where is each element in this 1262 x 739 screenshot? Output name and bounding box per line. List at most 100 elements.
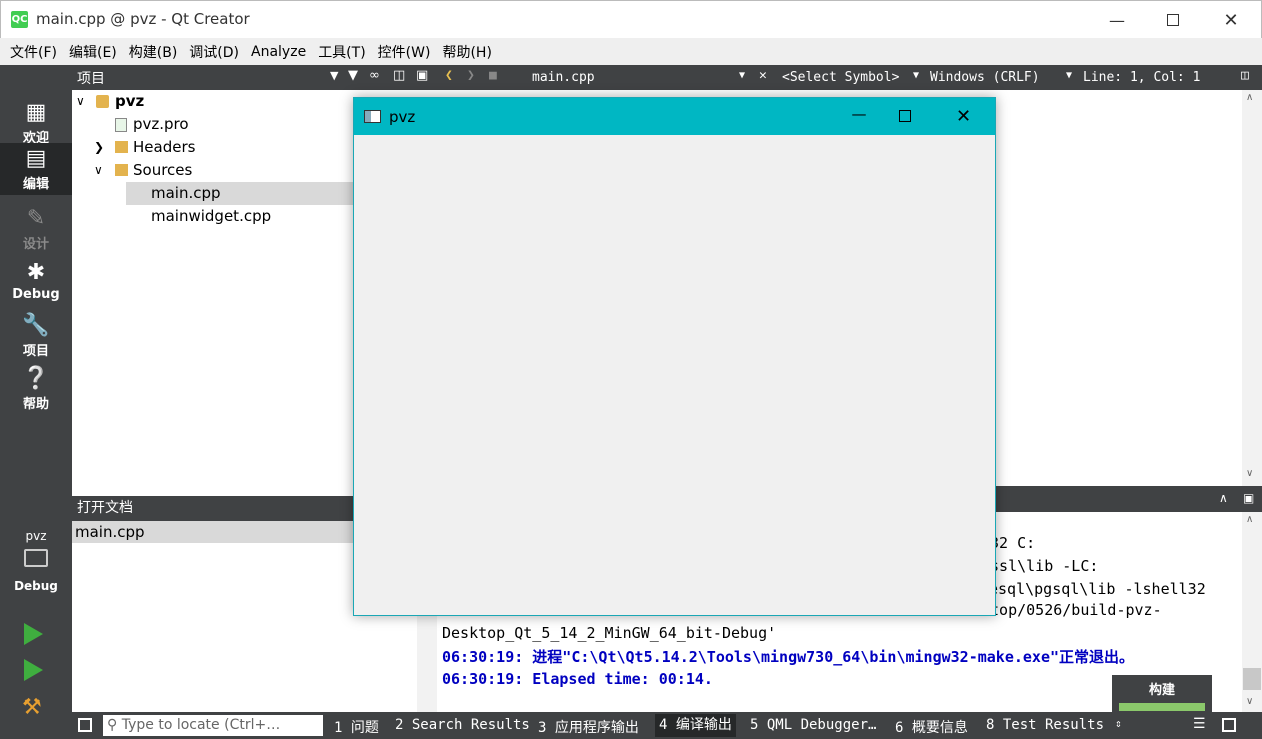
output-scrollbar[interactable]: ∧ ∨ <box>1242 512 1262 712</box>
hammer-icon: ⚒ <box>22 695 42 720</box>
mode-edit[interactable]: ▤ 编辑 <box>0 143 72 195</box>
output-line: esql\pgsql\lib -lshell32 <box>989 580 1206 598</box>
scroll-up-icon[interactable]: ∧ <box>1246 92 1253 103</box>
tree-label: pvz.pro <box>133 115 189 133</box>
scroll-down-icon[interactable]: ∨ <box>1246 468 1253 479</box>
bug-icon: ✱ <box>26 260 46 285</box>
tree-label: pvz <box>115 92 145 110</box>
pencil-icon: ✎ <box>26 206 46 231</box>
mode-label: Debug <box>12 287 60 302</box>
pvz-title-bar[interactable]: pvz — ✕ <box>354 98 995 135</box>
qt-creator-app-icon: QC <box>11 11 28 28</box>
editor-scrollbar[interactable]: ∧ ∨ <box>1242 90 1262 486</box>
mode-label: 编辑 <box>22 177 49 192</box>
close-document-icon[interactable]: ✕ <box>759 68 767 83</box>
pvz-maximize-button[interactable] <box>899 110 911 122</box>
close-button[interactable]: ✕ <box>1202 1 1260 39</box>
pvz-minimize-button[interactable]: — <box>834 105 884 123</box>
chevron-right-icon[interactable]: ❯ <box>94 136 104 159</box>
mode-design[interactable]: ✎ 设计 <box>0 203 72 255</box>
mode-projects[interactable]: 🔧 项目 <box>0 310 72 362</box>
folder-icon <box>115 141 128 153</box>
output-line: nssl\lib -LC: <box>981 557 1099 575</box>
pvz-window-title: pvz <box>389 108 416 126</box>
mode-label: 设计 <box>22 237 49 252</box>
minimize-button[interactable]: — <box>1088 1 1146 39</box>
build-progress-track <box>1119 703 1205 711</box>
menu-widgets[interactable]: 控件(W) <box>372 42 437 62</box>
project-panel-title: 项目 <box>77 71 105 87</box>
tab-test-results[interactable]: 8 Test Results <box>986 717 1104 733</box>
maximize-button[interactable] <box>1144 1 1202 39</box>
link-icon[interactable]: ∞ <box>369 68 380 83</box>
kit-project-name: pvz <box>25 529 47 543</box>
tree-label: mainwidget.cpp <box>151 207 272 225</box>
output-options-icon[interactable]: ☰ <box>1193 716 1206 732</box>
pvz-app-window[interactable]: pvz — ✕ <box>353 97 996 616</box>
lock-icon: ■ <box>489 68 497 83</box>
pvz-close-button[interactable]: ✕ <box>956 106 971 127</box>
panel-dropdown-arrow-icon[interactable]: ▼ <box>330 69 338 82</box>
tab-compile-output[interactable]: 4 编译输出 <box>655 714 736 737</box>
build-progress[interactable]: 构建 <box>1112 675 1212 712</box>
project-panel-header: 项目 ▼ ▼ ∞ ◫ ▣ <box>72 65 437 90</box>
chevron-down-icon[interactable]: ∨ <box>94 159 103 182</box>
kit-selector[interactable]: pvz Debug <box>0 529 72 593</box>
tab-qml-debugger[interactable]: 5 QML Debugger… <box>750 717 876 733</box>
menu-help[interactable]: 帮助(H) <box>436 42 497 62</box>
minimize-icon: — <box>1109 10 1125 30</box>
scroll-down-icon[interactable]: ∨ <box>1246 696 1253 707</box>
tab-application-output[interactable]: 3 应用程序输出 <box>538 717 639 737</box>
menu-edit[interactable]: 编辑(E) <box>63 42 123 62</box>
menu-debug[interactable]: 调试(D) <box>183 42 245 62</box>
toggle-right-sidebar-icon[interactable] <box>1222 718 1236 732</box>
tab-issues[interactable]: 1 问题 <box>334 717 379 737</box>
menu-tools[interactable]: 工具(T) <box>312 42 371 62</box>
maximize-pane-icon[interactable]: ∧ <box>1219 491 1228 505</box>
more-tabs-icon[interactable]: ⇕ <box>1115 717 1122 730</box>
toggle-sidebar-icon[interactable] <box>78 718 92 732</box>
build-hammer-button[interactable]: ⚒ <box>22 695 42 720</box>
nav-forward-icon[interactable]: ❯ <box>467 68 475 83</box>
nav-back-icon[interactable]: ❮ <box>445 68 453 83</box>
locator-input[interactable]: ⚲ Type to locate (Ctrl+… <box>103 715 323 736</box>
chevron-down-icon[interactable]: ▼ <box>913 70 919 81</box>
grid-icon: ▦ <box>25 100 47 125</box>
close-pane-icon[interactable]: ▣ <box>1243 491 1254 505</box>
mode-welcome[interactable]: ▦ 欢迎 <box>0 97 72 149</box>
scrollbar-thumb[interactable] <box>1243 668 1261 690</box>
build-progress-bar <box>1119 703 1205 711</box>
mode-label: 帮助 <box>22 397 49 412</box>
filter-icon[interactable]: ▼ <box>348 68 358 83</box>
symbol-selector[interactable]: <Select Symbol> <box>782 70 899 85</box>
split-editor-icon[interactable]: ◫ <box>1241 68 1249 83</box>
status-bar: ⚲ Type to locate (Ctrl+… 1 问题 2 Search R… <box>72 712 1262 739</box>
run-button[interactable] <box>24 623 43 645</box>
chevron-down-icon[interactable]: ▼ <box>739 70 745 81</box>
debug-run-button[interactable] <box>24 659 43 681</box>
mode-debug[interactable]: ✱ Debug <box>0 257 72 309</box>
scroll-up-icon[interactable]: ∧ <box>1246 514 1253 525</box>
line-ending-selector[interactable]: Windows (CRLF) <box>930 70 1040 85</box>
output-line: ktop/0526/build-pvz- <box>981 601 1162 619</box>
menu-analyze[interactable]: Analyze <box>245 44 312 60</box>
output-line-status: 06:30:19: 进程"C:\Qt\Qt5.14.2\Tools\mingw7… <box>442 648 1135 666</box>
split-icon[interactable]: ◫ <box>393 68 405 83</box>
tab-search-results[interactable]: 2 Search Results <box>395 717 530 733</box>
tab-general-messages[interactable]: 6 概要信息 <box>895 717 968 737</box>
tree-label: Sources <box>133 161 193 179</box>
project-folder-icon <box>96 95 109 108</box>
mode-help[interactable]: ❔ 帮助 <box>0 363 72 415</box>
wrench-icon: 🔧 <box>22 313 50 338</box>
close-icon: ✕ <box>1223 9 1239 31</box>
file-selector[interactable]: main.cpp <box>532 70 595 85</box>
menu-file[interactable]: 文件(F) <box>4 42 63 62</box>
mode-selector-bar: ▦ 欢迎 ▤ 编辑 ✎ 设计 ✱ Debug 🔧 项目 ❔ 帮助 pvz Deb… <box>0 65 72 739</box>
close-panel-icon[interactable]: ▣ <box>416 68 428 83</box>
cursor-position[interactable]: Line: 1, Col: 1 <box>1083 70 1200 85</box>
chevron-down-icon[interactable]: ▼ <box>1066 70 1072 81</box>
folder-icon <box>115 164 128 176</box>
chevron-down-icon[interactable]: ∨ <box>76 90 85 113</box>
output-line: Desktop_Qt_5_14_2_MinGW_64_bit-Debug' <box>442 624 777 642</box>
menu-build[interactable]: 构建(B) <box>123 42 184 62</box>
